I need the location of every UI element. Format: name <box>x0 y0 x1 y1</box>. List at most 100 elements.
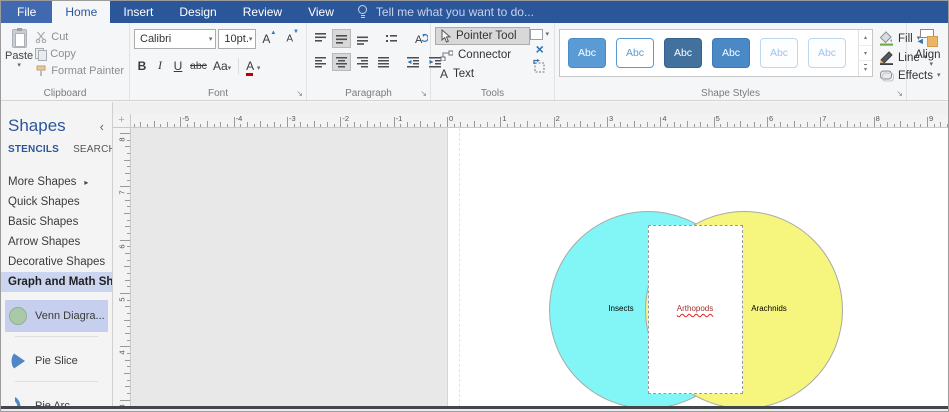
connection-point-button[interactable]: × <box>536 42 544 56</box>
chevron-down-icon: ▾ <box>248 35 253 43</box>
venn-diagram-icon <box>7 306 29 326</box>
rectangle-icon <box>530 29 544 40</box>
font-color-button[interactable]: A ▾ <box>244 58 262 76</box>
pointer-tool-label: Pointer Tool <box>456 30 517 42</box>
stencil-nav-decorative-shapes[interactable]: Decorative Shapes <box>1 252 112 272</box>
stencil-nav-quick-shapes[interactable]: Quick Shapes <box>1 192 112 212</box>
stencil-item-label: Venn Diagra... <box>35 310 105 322</box>
group-label-font: Font <box>207 88 228 99</box>
align-left-button[interactable] <box>311 53 330 71</box>
grow-font-button[interactable]: A▲ <box>258 30 280 46</box>
shape-style-swatch-6[interactable]: Abc <box>808 38 846 68</box>
format-painter-icon <box>36 65 46 76</box>
v-ruler-label: 5 <box>117 297 127 302</box>
connector-icon <box>440 50 453 61</box>
bold-button[interactable]: B <box>134 58 150 74</box>
text-tool-button[interactable]: A Text <box>435 65 530 83</box>
paragraph-dialog-launcher-icon[interactable]: ↘ <box>420 90 427 98</box>
align-right-button[interactable] <box>353 53 372 71</box>
chevron-down-icon: ▾ <box>545 31 549 38</box>
stencil-item-venn-diagra[interactable]: Venn Diagra... <box>5 300 108 332</box>
align-center-button[interactable] <box>332 53 351 71</box>
tab-view[interactable]: View <box>295 1 347 23</box>
shape-style-swatch-3[interactable]: Abc <box>664 38 702 68</box>
decrease-indent-button[interactable] <box>403 53 423 71</box>
stencil-nav-basic-shapes[interactable]: Basic Shapes <box>1 212 112 232</box>
shape-style-swatch-2[interactable]: Abc <box>616 38 654 68</box>
font-dialog-launcher-icon[interactable]: ↘ <box>296 90 303 98</box>
font-size-select[interactable]: 10pt. ▾ <box>218 29 257 49</box>
stencil-nav-graph-and-math-shap[interactable]: Graph and Math Shap... <box>1 272 112 292</box>
chevron-down-icon: ▾ <box>256 64 261 72</box>
stencil-item-pie-arc[interactable]: Pie Arc <box>5 390 108 407</box>
gallery-more-icon[interactable]: ▾ <box>859 60 872 76</box>
gallery-scroll-up-icon[interactable]: ▴ <box>859 30 872 45</box>
shape-styles-dialog-launcher-icon[interactable]: ↘ <box>896 90 903 98</box>
shrink-font-button[interactable]: A▼ <box>282 29 303 44</box>
shape-style-gallery: Abc Abc Abc Abc Abc Abc ▴ ▾ ▾ <box>559 29 873 77</box>
text-direction-button[interactable]: A <box>411 29 431 48</box>
horizontal-ruler: -5 -4 -3 -2 -1 0 1 2 3 4 5 6 7 8 9 <box>131 114 948 128</box>
connector-button[interactable]: Connector <box>435 47 530 63</box>
pointer-tool-button[interactable]: Pointer Tool <box>435 27 531 45</box>
drawing-canvas[interactable]: Insects Arthopods Arachnids <box>131 128 948 407</box>
font-size-value: 10pt. <box>224 33 249 45</box>
gallery-scroll-down-icon[interactable]: ▾ <box>859 44 872 61</box>
tab-insert[interactable]: Insert <box>110 1 166 23</box>
font-color-glyph: A <box>246 58 254 76</box>
tab-review[interactable]: Review <box>230 1 295 23</box>
tab-stencils[interactable]: STENCILS <box>8 144 59 155</box>
italic-button[interactable]: I <box>152 57 168 74</box>
tab-search[interactable]: SEARCH <box>73 144 112 155</box>
shape-style-swatch-4[interactable]: Abc <box>712 38 750 68</box>
text-block-button[interactable] <box>532 59 547 74</box>
justify-button[interactable] <box>374 53 393 71</box>
cut-button[interactable]: Cut <box>33 30 126 44</box>
tab-home[interactable]: Home <box>52 1 111 23</box>
ribbon-home: Paste ▾ Cut Copy Format Painter Clipboar… <box>1 23 948 101</box>
change-case-glyph: Aa <box>212 58 228 73</box>
h-ruler-label: 9 <box>928 114 934 123</box>
svg-text:A: A <box>415 34 423 45</box>
copy-label: Copy <box>50 48 76 60</box>
valign-middle-button[interactable] <box>332 29 351 48</box>
connector-label: Connector <box>458 49 512 61</box>
rectangle-tool-dropdown[interactable]: ▾ <box>530 29 549 40</box>
tab-design[interactable]: Design <box>166 1 229 23</box>
lightbulb-icon <box>357 5 369 19</box>
valign-bottom-button[interactable] <box>353 29 372 48</box>
h-ruler-label: 0 <box>449 114 454 123</box>
stencil-nav-arrow-shapes[interactable]: Arrow Shapes <box>1 232 112 252</box>
page-margin-guide <box>459 128 460 407</box>
tell-me-box[interactable]: Tell me what you want to do... <box>357 1 534 23</box>
align-button[interactable]: ◄ Align ▾ <box>915 27 941 68</box>
h-ruler-label: 7 <box>822 114 827 123</box>
effects-icon <box>880 70 894 82</box>
divider <box>238 57 240 74</box>
group-label-tools: Tools <box>480 88 505 99</box>
bullets-button[interactable] <box>382 29 401 48</box>
stencil-nav-more-shapes[interactable]: More Shapes ▸ <box>1 172 112 192</box>
collapse-panel-icon[interactable]: ‹ <box>98 119 106 134</box>
shape-style-swatch-1[interactable]: Abc <box>568 38 606 68</box>
valign-top-button[interactable] <box>311 29 330 48</box>
vertical-ruler: 876543 <box>113 128 131 407</box>
shape-style-swatch-5[interactable]: Abc <box>760 38 798 68</box>
change-case-button[interactable]: Aa▾ <box>211 58 233 74</box>
desktop-sliver <box>1 409 948 411</box>
stencil-item-pie-slice[interactable]: Pie Slice <box>5 345 108 377</box>
tab-file[interactable]: File <box>1 1 53 23</box>
paste-button[interactable]: Paste ▾ <box>5 27 33 87</box>
underline-button[interactable]: U <box>170 58 186 74</box>
paste-label: Paste <box>5 50 34 62</box>
format-painter-button[interactable]: Format Painter <box>33 64 126 78</box>
tell-me-text: Tell me what you want to do... <box>375 5 534 19</box>
strikethrough-button[interactable]: abc <box>188 59 209 73</box>
font-family-select[interactable]: Calibri ▾ <box>134 29 217 49</box>
h-ruler-label: -1 <box>395 114 403 123</box>
stencil-nav-list: More Shapes ▸ Quick Shapes Basic Shapes Arro… <box>1 172 112 292</box>
format-painter-label: Format Painter <box>51 65 124 77</box>
h-ruler-label: -3 <box>289 114 296 123</box>
copy-button[interactable]: Copy <box>33 47 126 61</box>
h-ruler-label: -2 <box>342 114 349 123</box>
